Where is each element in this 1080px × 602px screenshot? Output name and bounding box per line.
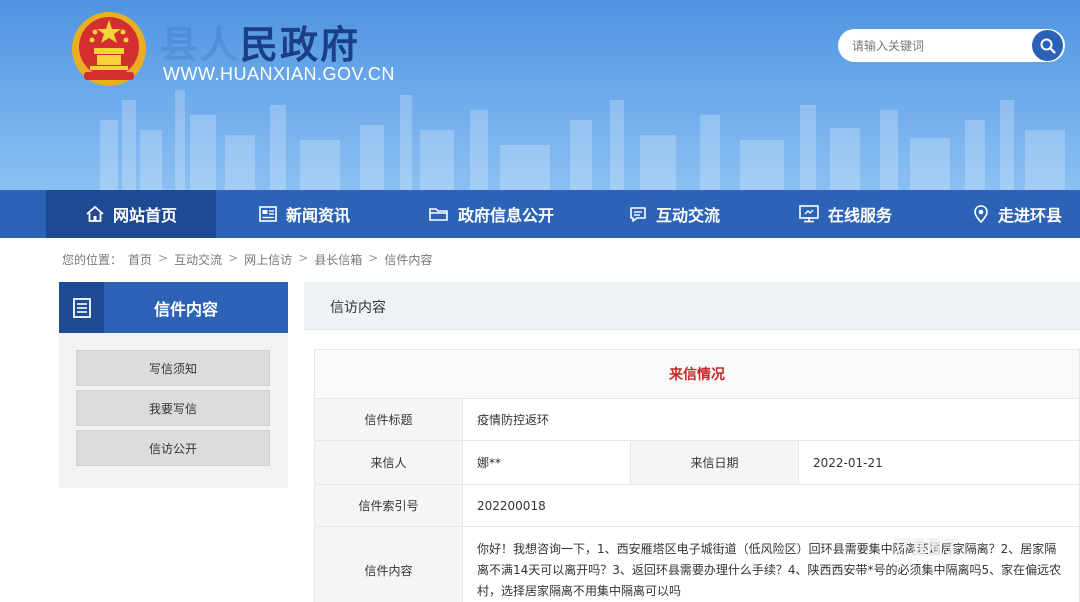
nav-label: 新闻资讯 <box>286 206 351 225</box>
watermark-text: 环县圈子 <box>895 538 960 557</box>
nav-item-about[interactable]: 走进环县 <box>972 190 1062 238</box>
sidebar-menu: 写信须知 我要写信 信访公开 <box>59 333 288 488</box>
nav-label: 互动交流 <box>656 206 721 225</box>
home-icon <box>86 205 104 222</box>
table-row: 信件标题 疫情防控返环 <box>314 398 1080 441</box>
breadcrumb-link[interactable]: 互动交流 <box>174 251 222 268</box>
nav-item-news[interactable]: 新闻资讯 <box>258 190 350 238</box>
breadcrumb-link[interactable]: 县长信箱 <box>314 251 362 268</box>
chat-icon <box>630 207 646 222</box>
label-subject: 信件标题 <box>314 398 463 441</box>
site-title: 县人民政府 <box>160 14 360 69</box>
value-subject: 疫情防控返环 <box>462 398 1080 441</box>
value-index: 202200018 <box>462 484 1080 527</box>
breadcrumb-separator: > <box>298 251 309 265</box>
document-icon <box>72 297 91 318</box>
value-sender: 娜** <box>462 440 631 485</box>
search-button[interactable] <box>1032 30 1063 61</box>
breadcrumb: 您的位置： 首页 > 互动交流 > 网上信访 > 县长信箱 > 信件内容 <box>62 251 432 268</box>
content-title: 信访内容 <box>330 300 386 316</box>
sidebar-title: 信件内容 <box>153 299 218 319</box>
label-index: 信件索引号 <box>314 484 463 527</box>
label-date: 来信日期 <box>630 440 799 485</box>
table-row: 信件索引号 202200018 <box>314 484 1080 527</box>
label-sender: 来信人 <box>314 440 463 485</box>
news-icon <box>259 206 277 222</box>
breadcrumb-separator: > <box>228 251 239 265</box>
nav-label: 在线服务 <box>828 206 893 225</box>
table-row: 信件内容 你好！我想咨询一下，1、西安雁塔区电子城街道（低风险区）回环县需要集中… <box>314 526 1080 602</box>
breadcrumb-prefix: 您的位置： <box>62 253 123 267</box>
sidebar-item-write-letter[interactable]: 我要写信 <box>76 390 270 426</box>
nav-item-home[interactable]: 网站首页 <box>46 190 216 238</box>
search-icon <box>1040 38 1056 54</box>
nav-label: 走进环县 <box>998 206 1063 225</box>
site-header: 县人民政府 WWW.HUANXIAN.GOV.CN <box>0 0 1080 190</box>
sidebar-header: 信件内容 <box>59 282 288 333</box>
location-icon <box>974 205 988 224</box>
letter-details-table: 来信情况 信件标题 疫情防控返环 来信人 娜** 来信日期 2022-01-21… <box>314 349 1080 602</box>
value-content: 你好！我想咨询一下，1、西安雁塔区电子城街道（低风险区）回环县需要集中隔离还是居… <box>462 526 1080 602</box>
national-emblem-logo <box>72 12 146 86</box>
nav-label: 政府信息公开 <box>458 206 555 225</box>
sidebar-item-writing-guide[interactable]: 写信须知 <box>76 350 270 386</box>
breadcrumb-link[interactable]: 首页 <box>128 251 152 268</box>
folder-icon <box>429 208 448 221</box>
breadcrumb-separator: > <box>368 251 379 265</box>
document-icon-box <box>59 282 104 333</box>
table-caption-row: 来信情况 <box>314 349 1080 399</box>
main-nav: 网站首页 新闻资讯 政府信息公开 互动交流 在线服务 走进环县 <box>0 190 1080 238</box>
site-title-text: 民政府 <box>240 23 361 67</box>
table-caption: 来信情况 <box>314 349 1080 399</box>
nav-item-gov-info[interactable]: 政府信息公开 <box>428 190 554 238</box>
breadcrumb-separator: > <box>158 251 169 265</box>
site-title-obscured: 县人 <box>160 23 241 67</box>
value-date: 2022-01-21 <box>798 440 1080 485</box>
breadcrumb-current: 信件内容 <box>384 253 433 267</box>
sidebar-item-public-letters[interactable]: 信访公开 <box>76 430 270 466</box>
site-url: WWW.HUANXIAN.GOV.CN <box>163 64 395 84</box>
monitor-icon <box>799 205 819 223</box>
nav-item-online-service[interactable]: 在线服务 <box>798 190 892 238</box>
label-content: 信件内容 <box>314 526 463 602</box>
breadcrumb-link[interactable]: 网上信访 <box>244 251 292 268</box>
content-header: 信访内容 <box>304 282 1080 330</box>
nav-label: 网站首页 <box>112 206 177 225</box>
search-box <box>838 29 1065 62</box>
city-skyline-illustration <box>100 90 1065 190</box>
search-input[interactable] <box>852 36 1022 56</box>
nav-item-interaction[interactable]: 互动交流 <box>628 190 720 238</box>
table-row: 来信人 娜** 来信日期 2022-01-21 <box>314 440 1080 485</box>
